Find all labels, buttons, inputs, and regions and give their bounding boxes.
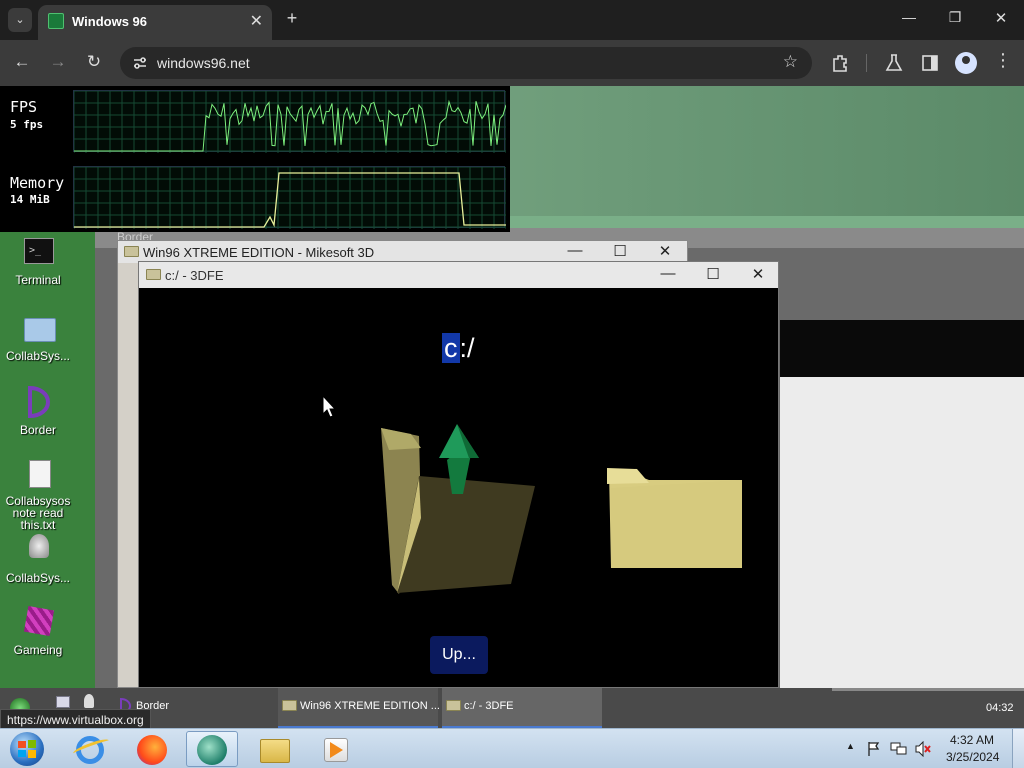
url-text: windows96.net [157,55,250,71]
labs-icon[interactable] [884,53,904,73]
taskbar-divider [832,688,1024,691]
close-button[interactable]: ✕ [650,242,680,260]
extensions-icon[interactable] [830,53,850,73]
ie-icon[interactable] [64,731,116,767]
icon-label: CollabSys... [5,571,71,585]
show-desktop-button[interactable] [1012,729,1024,768]
memory-value: 14 MiB [10,193,50,206]
folder-icon [446,700,461,711]
tray-expand-icon[interactable]: ▲ [846,741,855,751]
collabsys-app-icon [29,534,49,558]
desktop-icon-border[interactable]: Border [2,386,74,450]
tab-close-icon[interactable]: ✕ [250,11,263,31]
maximize-button[interactable]: ☐ [698,265,728,283]
maximize-button[interactable]: ☐ [605,242,635,260]
terminal-icon: >_ [24,238,54,264]
current-path: c:/ [442,333,475,364]
menu-icon[interactable]: ⋮ [994,50,1012,71]
folder-icon [124,246,139,257]
folder-icon [282,700,297,711]
forward-button[interactable]: → [44,52,72,72]
icon-label: CollabSys... [5,349,71,363]
icon-label: Gameing [13,643,63,657]
windows-logo-icon [18,740,36,758]
minimize-button[interactable]: — [560,242,590,259]
fps-label: FPS [10,98,38,116]
desktop-icon-terminal[interactable]: >_ Terminal [2,236,74,300]
network-icon[interactable] [890,741,908,757]
minimize-button[interactable]: — [653,265,683,282]
window-title: c:/ - 3DFE [165,268,224,283]
desktop-icon-gameing[interactable]: Gameing [2,605,74,670]
text-file-icon [29,460,51,488]
window-titlebar[interactable]: Win96 XTREME EDITION - Mikesoft 3D — ☐ ✕ [118,241,687,263]
border-app-icon [28,386,51,418]
quicklaunch-app-icon[interactable] [84,694,94,708]
close-button[interactable]: ✕ [743,265,773,283]
site-info-icon[interactable] [132,55,148,71]
bg-window-dark-panel [780,320,1024,377]
new-tab-button[interactable]: + [277,8,307,29]
firefox-icon[interactable] [126,731,178,767]
side-panel-icon[interactable] [920,53,940,73]
maximize-button[interactable]: ❐ [940,9,970,26]
taskbar-item-mikesoft[interactable]: Win96 XTREME EDITION ... [278,688,440,728]
quicklaunch-folder-icon[interactable] [56,696,70,708]
host-clock-date: 3/25/2024 [946,750,1000,764]
desktop-icon-collabsys-app[interactable]: CollabSys... [2,534,74,598]
performance-monitor: FPS 5 fps Memory 14 MiB [0,86,510,232]
icon-label: Border [19,423,57,437]
media-player-icon[interactable] [310,731,362,767]
reload-button[interactable]: ↻ [80,52,108,72]
desktop-icon-note[interactable]: Collabsysos note read this.txt [2,460,74,531]
up-button[interactable]: Up... [430,636,488,674]
browser-toolbar: ← → ↻ windows96.net ☆ ⋮ [0,40,1024,86]
link-status-bubble: https://www.virtualbox.org [0,709,151,729]
folder-icon [146,269,161,280]
memory-graph [73,166,507,229]
close-window-button[interactable]: ✕ [986,9,1016,27]
explorer-folder-icon[interactable] [248,731,300,767]
action-center-flag-icon[interactable] [866,741,882,757]
fps-value: 5 fps [10,118,44,131]
toolbar-divider [866,54,867,72]
tab-search-icon[interactable]: ⌄ [8,8,32,32]
back-button[interactable]: ← [8,52,36,72]
host-taskbar: ▲ 4:32 AM 3/25/2024 [0,728,1024,768]
child-folder-3d[interactable] [607,468,742,568]
path-rest: :/ [459,333,475,363]
address-bar[interactable]: windows96.net ☆ [120,47,812,79]
folder-icon [24,318,56,342]
volume-muted-icon[interactable] [914,741,932,757]
memory-label: Memory [10,174,65,192]
profile-icon[interactable] [955,52,977,74]
taskbar-item-label: Win96 XTREME EDITION ... [300,700,440,712]
star-icon[interactable]: ☆ [783,52,798,72]
icon-label: Collabsysos note read this.txt [5,494,71,532]
window-3dfe[interactable]: c:/ - 3DFE — ☐ ✕ [138,261,779,688]
desktop-icon-collabsys-folder[interactable]: CollabSys... [2,312,74,376]
host-clock-time: 4:32 AM [950,733,995,747]
window-title: Win96 XTREME EDITION - Mikesoft 3D [143,245,375,260]
path-highlight: c [442,333,460,363]
taskbar-item-label: c:/ - 3DFE [464,700,514,712]
taskbar-item-3dfe[interactable]: c:/ - 3DFE [442,688,602,728]
gameing-cube-icon [23,605,55,637]
bg-window-content [780,377,1024,688]
fps-graph [73,90,507,153]
virtualbox-app-icon[interactable] [186,731,238,767]
browser-tab-bar: ⌄ Windows 96 ✕ + — ❐ ✕ [0,0,1024,40]
browser-tab[interactable]: Windows 96 ✕ [38,5,272,40]
mouse-cursor-icon [322,394,337,418]
win96-taskbar: Border Win96 XTREME EDITION ... c:/ - 3D… [0,688,1024,728]
favicon-icon [48,13,64,29]
window-titlebar[interactable]: c:/ - 3DFE — ☐ ✕ [139,262,778,288]
tab-title: Windows 96 [72,14,148,29]
win96-clock: 04:32 [986,702,1014,714]
windows-start-button[interactable] [2,731,54,767]
icon-label: Terminal [15,273,61,287]
minimize-button[interactable]: — [894,9,924,25]
